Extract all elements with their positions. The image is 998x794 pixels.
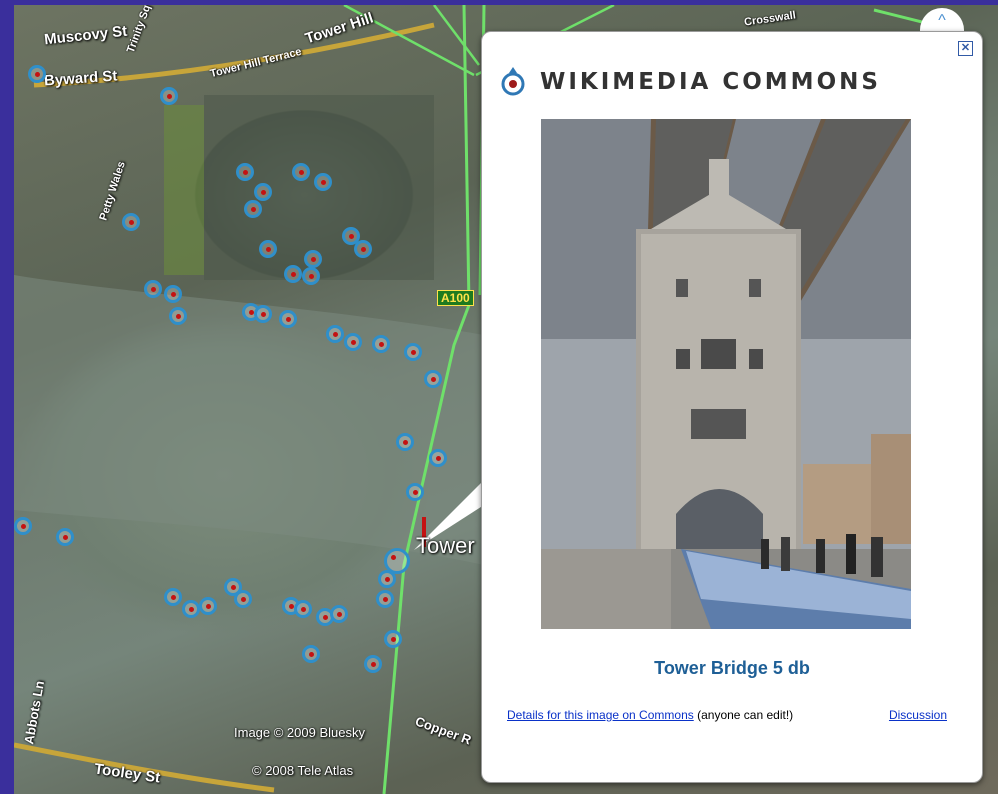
label-tower-bridge-place: Tower (416, 533, 475, 558)
photo-marker[interactable] (234, 590, 252, 608)
photo-marker[interactable] (302, 645, 320, 663)
photo-marker[interactable] (314, 173, 332, 191)
a100-road-sign: A100 (437, 290, 474, 306)
wikimedia-commons-logo: WIKIMEDIA COMMONS (500, 67, 881, 97)
photo-marker[interactable] (160, 87, 178, 105)
photo-marker[interactable] (254, 183, 272, 201)
photo-marker[interactable] (406, 483, 424, 501)
photo-marker[interactable] (364, 655, 382, 673)
photo-caption: Tower Bridge 5 db (654, 658, 810, 678)
photo-marker[interactable] (28, 65, 46, 83)
photo-marker[interactable] (169, 307, 187, 325)
chevron-up-icon: ^ (938, 12, 946, 29)
photo-marker[interactable] (378, 570, 396, 588)
photo-marker[interactable] (304, 250, 322, 268)
photo-marker[interactable] (404, 343, 422, 361)
photo-marker[interactable] (164, 588, 182, 606)
tower-bridge-photo[interactable] (541, 119, 911, 629)
photo-marker[interactable] (254, 305, 272, 323)
close-button[interactable]: ✕ (958, 41, 973, 56)
photo-marker[interactable] (259, 240, 277, 258)
photo-marker[interactable] (354, 240, 372, 258)
photo-marker[interactable] (292, 163, 310, 181)
photo-marker[interactable] (376, 590, 394, 608)
photo-marker[interactable] (344, 333, 362, 351)
photo-marker[interactable] (182, 600, 200, 618)
photo-marker[interactable] (326, 325, 344, 343)
photo-marker[interactable] (294, 600, 312, 618)
photo-illustration (541, 119, 911, 629)
photo-marker[interactable] (236, 163, 254, 181)
tele-atlas-copyright: © 2008 Tele Atlas (252, 763, 354, 778)
photo-marker[interactable] (302, 267, 320, 285)
photo-marker[interactable] (424, 370, 442, 388)
photo-marker[interactable] (244, 200, 262, 218)
photo-marker[interactable] (396, 433, 414, 451)
close-icon: ✕ (960, 42, 971, 54)
photo-marker[interactable] (199, 597, 217, 615)
details-suffix: (anyone can edit!) (697, 708, 794, 722)
photo-marker[interactable] (144, 280, 162, 298)
photo-marker[interactable] (429, 449, 447, 467)
image-copyright: Image © 2009 Bluesky (234, 725, 365, 740)
logo-wordmark: WIKIMEDIA COMMONS (540, 69, 881, 95)
photo-marker[interactable] (56, 528, 74, 546)
photo-marker[interactable] (14, 517, 32, 535)
photo-marker[interactable] (279, 310, 297, 328)
photo-marker[interactable] (384, 630, 402, 648)
wikimedia-logo-icon (501, 67, 525, 96)
photo-marker[interactable] (164, 285, 182, 303)
moat-grass (164, 105, 204, 275)
wikimedia-info-balloon: ✕ WIKIMEDIA COMMONS Tower Bridge 5 db De… (481, 31, 983, 783)
details-link[interactable]: Details for this image on Commons (507, 708, 694, 722)
discussion-link[interactable]: Discussion (889, 708, 947, 722)
photo-marker[interactable] (284, 265, 302, 283)
photo-marker[interactable] (372, 335, 390, 353)
photo-marker[interactable] (122, 213, 140, 231)
photo-marker[interactable] (330, 605, 348, 623)
